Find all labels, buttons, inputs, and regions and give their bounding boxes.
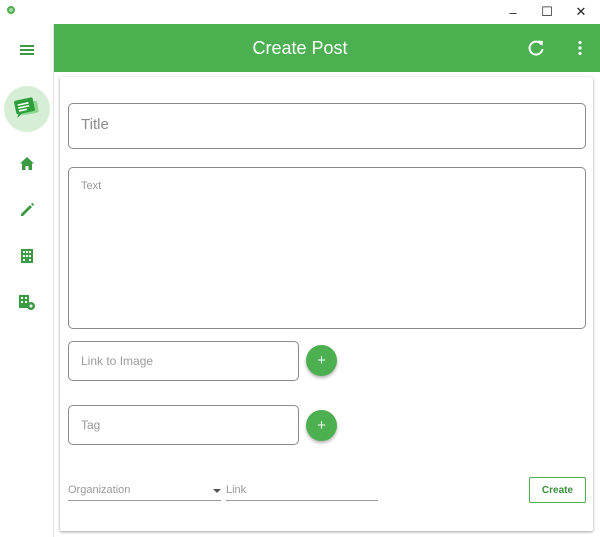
create-button[interactable]: Create [529,477,586,503]
add-icon: + [317,352,326,369]
app-logo[interactable] [4,86,50,132]
sidebar-item-home[interactable] [0,147,53,179]
sidebar-item-edit[interactable] [0,194,53,226]
pencil-icon [20,202,34,216]
create-post-form: Title Text Link to Image + Tag + Organiz… [60,77,593,531]
minimize-button[interactable]: – [496,0,530,24]
sidebar [0,24,54,537]
close-button[interactable]: ✕ [564,0,598,24]
text-placeholder: Text [81,180,102,192]
home-icon [19,156,34,170]
building-settings-icon [18,294,35,310]
app-bar: Create Post [54,24,600,72]
page-title: Create Post [252,38,348,58]
refresh-icon [528,40,544,56]
menu-icon [19,45,34,55]
tag-placeholder: Tag [81,418,101,432]
tag-field[interactable]: Tag [68,405,299,445]
app-icon [7,6,15,14]
link-field[interactable]: Link [226,480,378,501]
image-link-placeholder: Link to Image [81,354,154,368]
image-link-field[interactable]: Link to Image [68,341,299,381]
refresh-button[interactable] [522,34,550,62]
organization-placeholder: Organization [68,484,131,496]
window-titlebar: – ☐ ✕ [0,0,600,24]
text-field[interactable]: Text [68,167,586,329]
maximize-button[interactable]: ☐ [530,0,564,24]
add-image-button[interactable]: + [306,345,337,376]
title-placeholder: Title [81,116,109,133]
sidebar-item-organization-settings[interactable] [0,286,53,318]
menu-button[interactable] [0,34,53,66]
sidebar-item-organizations[interactable] [0,240,53,272]
building-icon [20,249,33,263]
add-tag-button[interactable]: + [306,410,337,441]
link-placeholder: Link [226,484,247,496]
more-vert-icon [578,40,582,56]
dropdown-arrow-icon [213,489,221,493]
add-icon: + [317,417,326,434]
chat-logo-icon [14,97,39,118]
organization-select[interactable]: Organization [68,480,221,501]
more-options-button[interactable] [566,34,594,62]
title-field[interactable]: Title [68,103,586,149]
